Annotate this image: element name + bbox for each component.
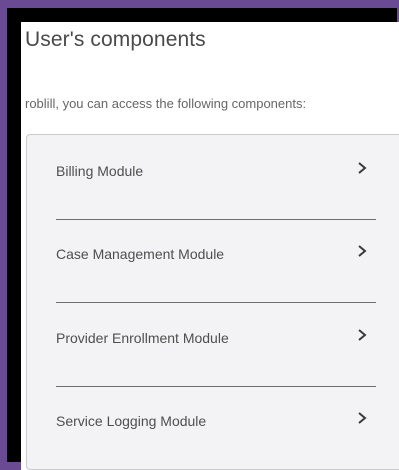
component-item-billing[interactable]: Billing Module (56, 149, 376, 193)
component-item-label: Billing Module (56, 163, 144, 179)
component-item-label: Service Logging Module (56, 413, 207, 429)
component-item-service-logging[interactable]: Service Logging Module (56, 399, 376, 443)
component-item-case-management[interactable]: Case Management Module (56, 232, 376, 276)
component-item-label: Provider Enrollment Module (56, 330, 229, 346)
item-divider (56, 219, 376, 220)
item-divider (56, 386, 376, 387)
component-item-provider-enrollment[interactable]: Provider Enrollment Module (56, 316, 376, 360)
chevron-right-icon (356, 411, 368, 425)
page-title: User's components (25, 28, 206, 51)
intro-text: roblill, you can access the following co… (25, 96, 307, 111)
chevron-right-icon (356, 244, 368, 258)
item-divider (56, 302, 376, 303)
outer-frame (0, 0, 399, 8)
component-item-label: Case Management Module (56, 246, 225, 262)
components-card: Billing Module Case Management Module Pr… (26, 134, 399, 470)
chevron-right-icon (356, 328, 368, 342)
window-border: User's components roblill, you can acces… (7, 8, 399, 470)
components-panel: User's components roblill, you can acces… (21, 22, 399, 470)
chevron-right-icon (356, 161, 368, 175)
